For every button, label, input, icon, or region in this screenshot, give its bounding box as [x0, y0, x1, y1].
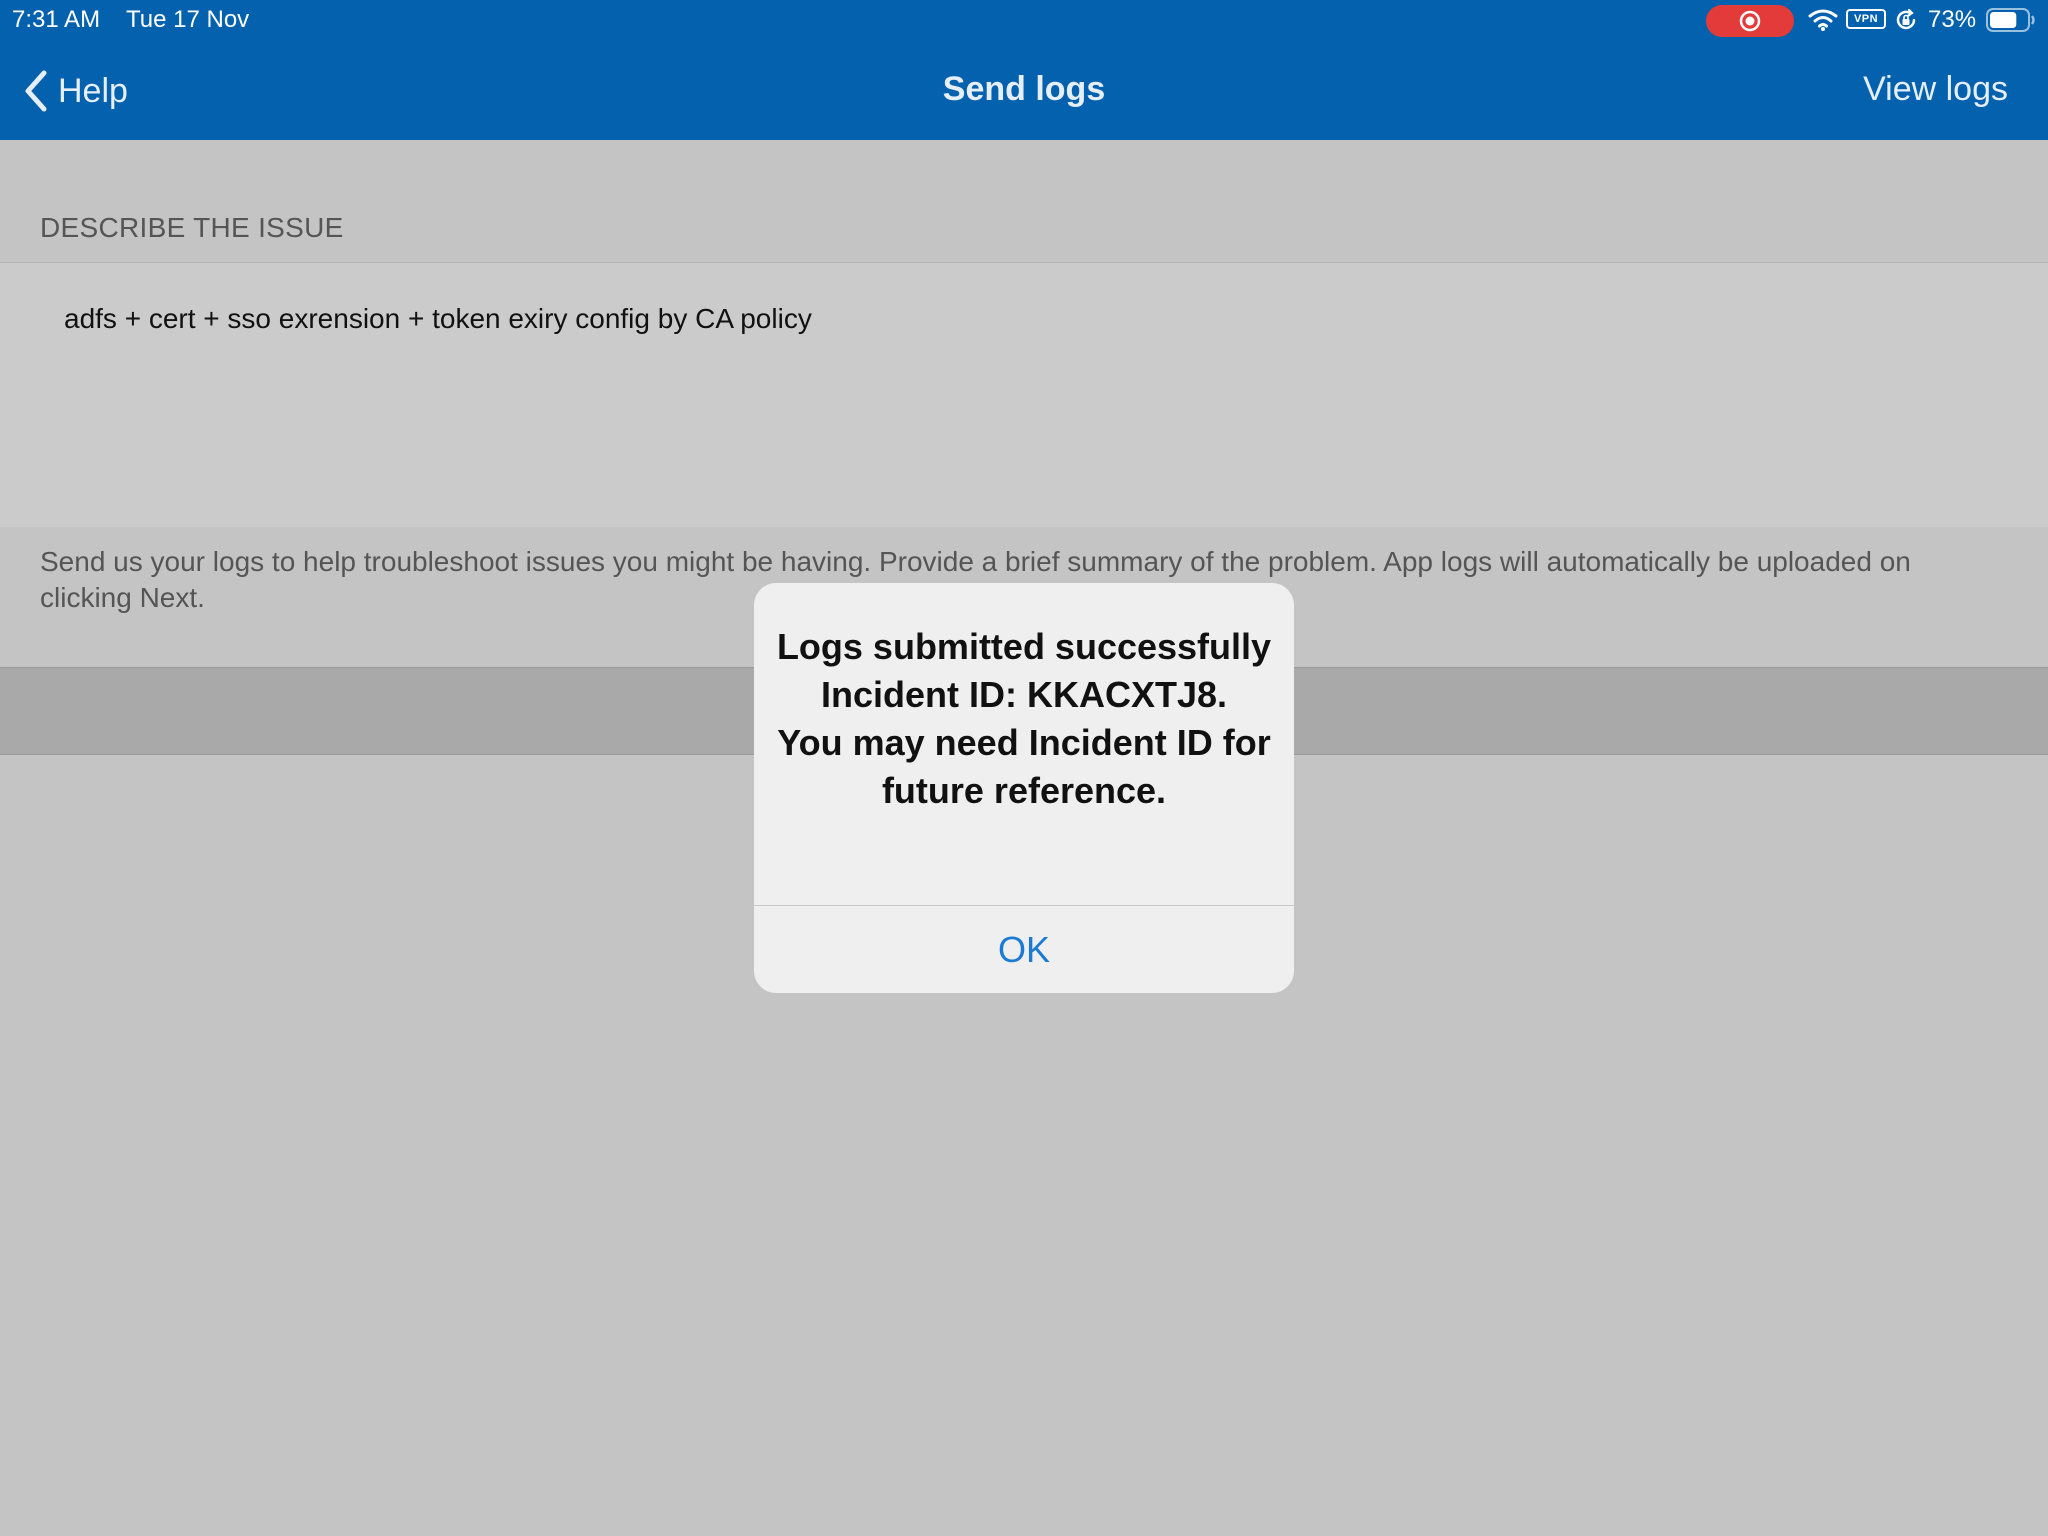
issue-description-field[interactable]: adfs + cert + sso exrension + token exir…	[0, 262, 2048, 528]
lock-rotation-icon	[1896, 8, 1916, 30]
wifi-icon	[1808, 9, 1838, 31]
page-title: Send logs	[942, 70, 1106, 108]
ok-button[interactable]: OK	[754, 906, 1294, 993]
vpn-badge: VPN	[1846, 9, 1886, 29]
view-logs-button[interactable]: View logs	[1863, 70, 2008, 109]
status-bar: 7:31 AM Tue 17 Nov VPN 73%	[0, 0, 2048, 40]
battery-percentage: 73%	[1928, 6, 1977, 33]
status-time: 7:31 AM	[12, 6, 101, 33]
status-date: Tue 17 Nov	[126, 6, 250, 33]
battery-icon	[1986, 8, 2035, 32]
alert-dialog: Logs submitted successfully Incident ID:…	[754, 583, 1294, 993]
issue-description-text: adfs + cert + sso exrension + token exir…	[64, 303, 812, 334]
navigation-bar: Help Send logs View logs	[0, 40, 2048, 140]
screen-recording-indicator[interactable]	[1706, 5, 1794, 37]
section-header: DESCRIBE THE ISSUE	[40, 212, 344, 243]
alert-message: Logs submitted successfully Incident ID:…	[776, 626, 1272, 811]
record-icon	[1739, 10, 1761, 32]
